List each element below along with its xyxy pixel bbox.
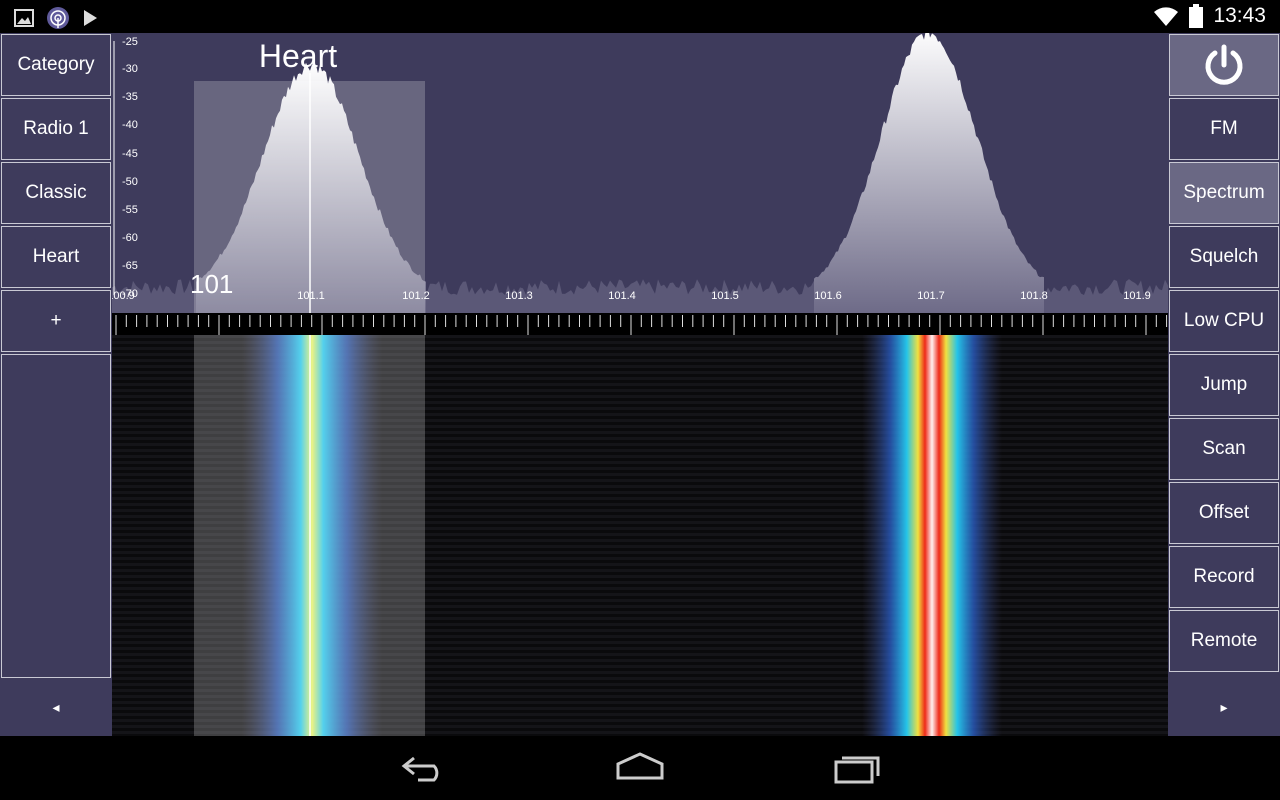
y-tick: -50 xyxy=(122,176,138,188)
navigation-bar xyxy=(0,736,1280,800)
y-tick: -40 xyxy=(122,119,138,131)
y-tick: -45 xyxy=(122,148,138,160)
low-cpu-button[interactable]: Low CPU xyxy=(1169,290,1279,352)
y-tick: -25 xyxy=(122,36,138,48)
wifi-icon xyxy=(1154,7,1179,26)
classic-button[interactable]: Classic xyxy=(1,162,111,224)
band-label: Heart xyxy=(259,38,337,74)
y-tick: -60 xyxy=(122,232,138,244)
left-panel: Category Radio 1 Classic Heart + ◂ xyxy=(0,33,112,736)
home-icon[interactable] xyxy=(614,750,666,786)
frequency-ruler[interactable] xyxy=(112,313,1168,335)
power-icon xyxy=(1205,44,1243,85)
squelch-button[interactable]: Squelch xyxy=(1169,226,1279,288)
x-tick: 101.1 xyxy=(297,290,325,302)
x-tick: 100.9 xyxy=(112,290,135,302)
jump-button[interactable]: Jump xyxy=(1169,354,1279,416)
y-axis: -25 -30 -35 -40 -45 -50 -55 -60 -65 -70 xyxy=(113,36,138,300)
scroll-left-button[interactable]: ◂ xyxy=(0,678,112,736)
waterfall-view[interactable] xyxy=(112,335,1168,736)
x-tick: 101.7 xyxy=(917,290,945,302)
signal-peak-2 xyxy=(814,33,1044,313)
x-tick: 101.8 xyxy=(1020,290,1048,302)
x-tick: 101.4 xyxy=(608,290,636,302)
fm-button[interactable]: FM xyxy=(1169,98,1279,160)
play-icon xyxy=(84,10,97,26)
add-button[interactable]: + xyxy=(1,290,111,352)
x-tick: 101.5 xyxy=(711,290,739,302)
scan-button[interactable]: Scan xyxy=(1169,418,1279,480)
waterfall-trace-2 xyxy=(862,335,1002,736)
status-bar: 13:43 xyxy=(0,0,1280,33)
spectrum-view[interactable]: Heart 101 -25 -30 -35 -40 -45 -50 -55 -6… xyxy=(112,33,1168,313)
spectrum-button[interactable]: Spectrum xyxy=(1169,162,1279,224)
radio-app-icon xyxy=(47,7,69,29)
radio-1-button[interactable]: Radio 1 xyxy=(1,98,111,160)
back-icon[interactable] xyxy=(400,750,450,786)
x-tick: 101.6 xyxy=(814,290,842,302)
x-tick: 101.2 xyxy=(402,290,430,302)
waterfall-plot[interactable] xyxy=(112,335,1168,736)
band-start-label: 101 xyxy=(190,269,233,299)
remote-button[interactable]: Remote xyxy=(1169,610,1279,672)
spectrum-plot[interactable]: Heart 101 -25 -30 -35 -40 -45 -50 -55 -6… xyxy=(112,33,1168,313)
record-button[interactable]: Record xyxy=(1169,546,1279,608)
y-tick: -55 xyxy=(122,204,138,216)
power-button[interactable] xyxy=(1169,34,1279,96)
x-tick: 101.3 xyxy=(505,290,533,302)
image-icon xyxy=(14,9,34,27)
x-tick: 101.9 xyxy=(1123,290,1151,302)
y-tick: -65 xyxy=(122,260,138,272)
recent-apps-icon[interactable] xyxy=(832,750,884,786)
scroll-right-button[interactable]: ▸ xyxy=(1168,678,1280,736)
heart-button[interactable]: Heart xyxy=(1,226,111,288)
category-button[interactable]: Category xyxy=(1,34,111,96)
y-tick: -35 xyxy=(122,91,138,103)
battery-icon xyxy=(1189,4,1204,28)
right-panel: FM Spectrum Squelch Low CPU Jump Scan Of… xyxy=(1168,33,1280,736)
offset-button[interactable]: Offset xyxy=(1169,482,1279,544)
y-tick: -30 xyxy=(122,63,138,75)
clock: 13:43 xyxy=(1213,4,1266,27)
left-panel-empty xyxy=(1,354,111,678)
